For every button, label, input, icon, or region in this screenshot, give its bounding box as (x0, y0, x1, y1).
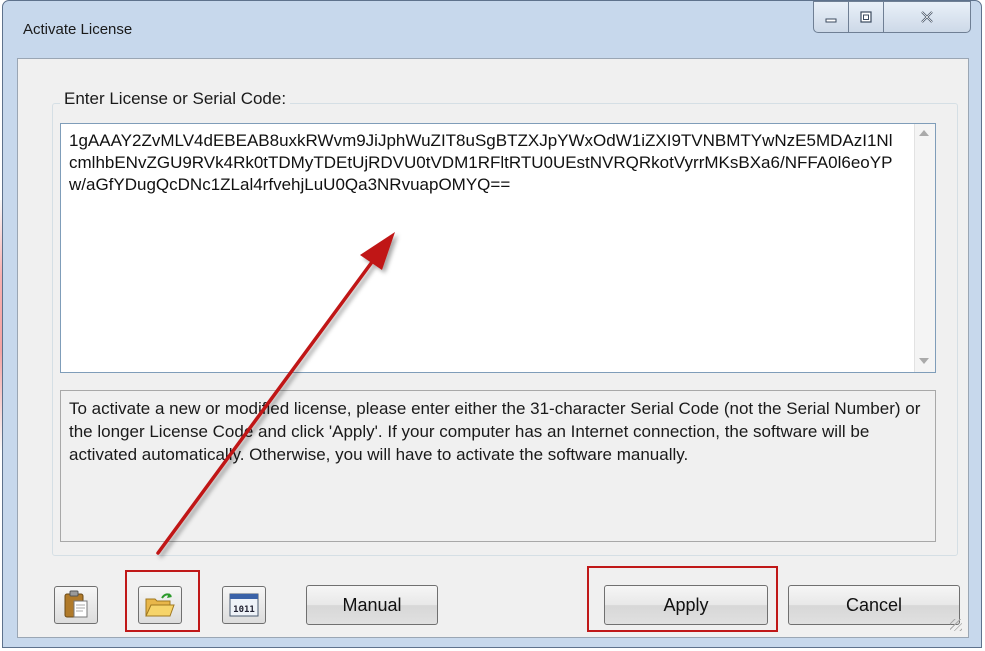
textarea-scrollbar[interactable] (914, 124, 935, 372)
binary-code-button[interactable]: 1011 (222, 586, 266, 624)
scroll-down-arrow-icon[interactable] (919, 358, 929, 364)
license-code-text[interactable]: 1gAAAY2ZvMLV4dEBEAB8uxkRWvm9JiJphWuZIT8u… (69, 130, 899, 196)
close-icon (921, 11, 933, 23)
dialog-client-area: Enter License or Serial Code: 1gAAAY2ZvM… (17, 58, 969, 638)
minimize-button[interactable] (813, 1, 849, 33)
paste-button[interactable] (54, 586, 98, 624)
title-bar[interactable]: Activate License (3, 1, 981, 59)
close-button[interactable] (883, 1, 971, 33)
dialog-window: Activate License Enter License or Serial… (2, 0, 982, 648)
license-code-input[interactable]: 1gAAAY2ZvMLV4dEBEAB8uxkRWvm9JiJphWuZIT8u… (60, 123, 936, 373)
cancel-button[interactable]: Cancel (788, 585, 960, 625)
svg-text:1011: 1011 (233, 605, 255, 615)
scroll-up-arrow-icon[interactable] (919, 130, 929, 136)
instructions-text: To activate a new or modified license, p… (60, 390, 936, 542)
manual-button[interactable]: Manual (306, 585, 438, 625)
maximize-button[interactable] (848, 1, 884, 33)
minimize-icon (825, 18, 837, 23)
group-label: Enter License or Serial Code: (60, 89, 291, 109)
binary-1011-icon: 1011 (229, 593, 259, 617)
resize-grip-icon[interactable] (950, 619, 962, 631)
apply-highlight (587, 566, 778, 632)
clipboard-paste-icon (64, 590, 88, 618)
window-title: Activate License (23, 21, 133, 38)
maximize-icon (860, 11, 872, 23)
open-file-highlight (125, 570, 200, 632)
